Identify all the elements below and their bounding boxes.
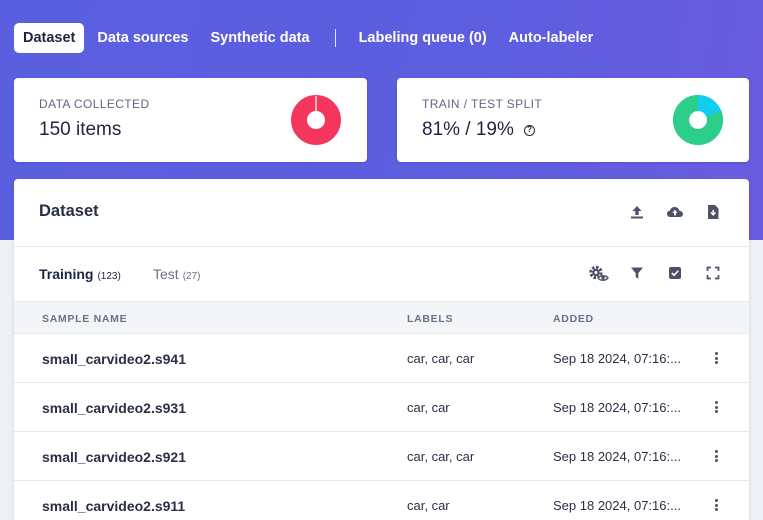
sample-labels: car, car [407, 498, 450, 513]
more-vertical-icon[interactable] [712, 399, 720, 415]
train-test-split-card: TRAIN / TEST SPLIT 81% / 19%? [397, 78, 749, 162]
column-labels[interactable]: LABELS [407, 313, 453, 325]
sample-name: small_carvideo2.s941 [42, 351, 186, 367]
tab-test[interactable]: Test (27) [153, 266, 200, 282]
tab-dataset[interactable]: Dataset [14, 23, 85, 53]
sample-added: Sep 18 2024, 07:16:... [553, 351, 681, 366]
data-collected-card: DATA COLLECTED 150 items [14, 78, 367, 162]
sample-name: small_carvideo2.s931 [42, 400, 186, 416]
table-row[interactable]: small_carvideo2.s931 car, car Sep 18 202… [14, 383, 749, 432]
more-vertical-icon[interactable] [712, 350, 720, 366]
project-tabs: Dataset Data sources Synthetic data Labe… [14, 22, 606, 54]
split-donut [673, 95, 723, 145]
table-row[interactable]: small_carvideo2.s911 car, car Sep 18 202… [14, 481, 749, 520]
sample-name: small_carvideo2.s911 [42, 498, 186, 514]
data-collected-value: 150 items [39, 119, 122, 140]
test-label: Test [153, 266, 179, 282]
sample-labels: car, car, car [407, 449, 475, 464]
checkbox-icon[interactable] [665, 263, 685, 283]
panel-divider [14, 246, 749, 247]
split-value-wrapper: 81% / 19%? [422, 119, 535, 141]
dataset-panel: Dataset Training (123) Test (27) SAMPLE NA… [14, 179, 749, 520]
upload-icon[interactable] [627, 202, 647, 222]
data-collected-label: DATA COLLECTED [39, 97, 150, 111]
tab-data-sources[interactable]: Data sources [88, 23, 197, 53]
tab-auto-labeler[interactable]: Auto-labeler [500, 23, 603, 53]
tab-training[interactable]: Training (123) [39, 266, 121, 282]
sample-added: Sep 18 2024, 07:16:... [553, 498, 681, 513]
column-added[interactable]: ADDED [553, 313, 594, 325]
split-label: TRAIN / TEST SPLIT [422, 97, 543, 111]
download-icon[interactable] [703, 202, 723, 222]
tab-synthetic-data[interactable]: Synthetic data [201, 23, 318, 53]
sample-added: Sep 18 2024, 07:16:... [553, 449, 681, 464]
fullscreen-icon[interactable] [703, 263, 723, 283]
table-row[interactable]: small_carvideo2.s921 car, car, car Sep 1… [14, 432, 749, 481]
training-label: Training [39, 266, 94, 282]
table-row[interactable]: small_carvideo2.s941 car, car, car Sep 1… [14, 334, 749, 383]
more-vertical-icon[interactable] [712, 497, 720, 513]
help-circle-icon[interactable]: ? [523, 125, 535, 136]
column-sample-name[interactable]: SAMPLE NAME [42, 313, 127, 325]
sample-labels: car, car, car [407, 351, 475, 366]
sample-name: small_carvideo2.s921 [42, 449, 186, 465]
tab-divider [334, 29, 336, 47]
data-collected-donut [291, 95, 341, 145]
more-vertical-icon[interactable] [712, 448, 720, 464]
test-count: (27) [182, 271, 201, 282]
tab-labeling-queue[interactable]: Labeling queue (0) [350, 23, 496, 53]
training-count: (123) [97, 271, 121, 282]
dataset-title: Dataset [39, 202, 99, 220]
sample-labels: car, car [407, 400, 450, 415]
filter-icon[interactable] [627, 263, 647, 283]
table-header: SAMPLE NAME LABELS ADDED [14, 301, 749, 334]
sample-added: Sep 18 2024, 07:16:... [553, 400, 681, 415]
split-value: 81% / 19% [422, 119, 514, 140]
cloud-upload-icon[interactable] [665, 202, 685, 222]
settings-eye-icon[interactable] [587, 264, 611, 284]
